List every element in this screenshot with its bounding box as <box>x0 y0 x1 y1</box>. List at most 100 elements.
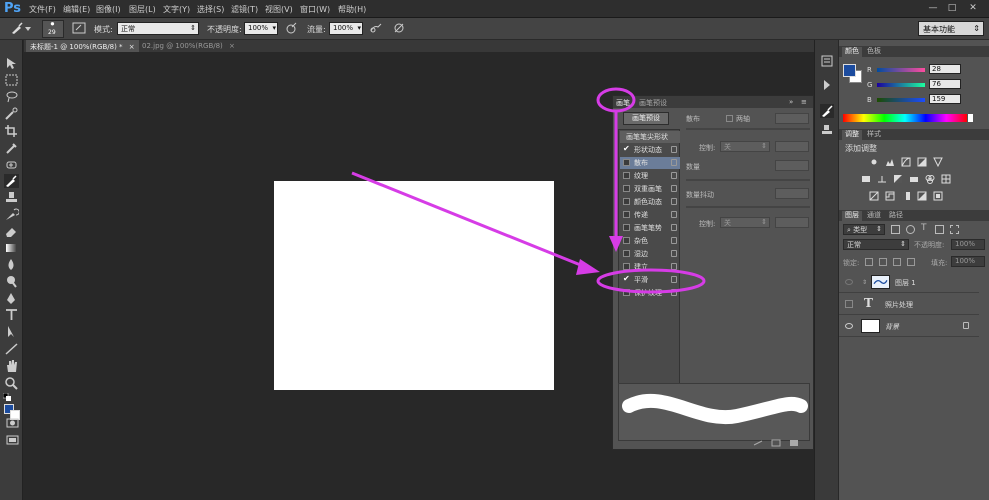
line-tool-icon[interactable] <box>4 342 19 356</box>
doc-tab-untitled[interactable]: 未标题-1 @ 100%(RGB/8) * × <box>26 40 139 52</box>
type-tool-icon[interactable] <box>4 308 19 322</box>
menu-filter[interactable]: 滤镜(T) <box>231 4 258 15</box>
flow-input[interactable]: 100% ▾ <box>329 22 363 35</box>
tool-preset-chevron-icon[interactable] <box>25 25 31 31</box>
levels-icon[interactable] <box>885 157 895 167</box>
tab-layers[interactable]: 图层 <box>842 211 862 221</box>
healing-brush-tool-icon[interactable] <box>4 158 19 172</box>
setting-checkbox[interactable] <box>623 250 630 257</box>
tab-channels[interactable]: 通道 <box>864 211 884 221</box>
brush-setting-item[interactable]: 双重画笔 <box>620 183 680 195</box>
lock-position-icon[interactable] <box>893 258 901 266</box>
brush-setting-item[interactable]: 颜色动态 <box>620 196 680 208</box>
dodge-tool-icon[interactable] <box>4 275 19 289</box>
setting-checkbox[interactable]: ✔ <box>623 274 630 283</box>
filter-adjustment-icon[interactable] <box>906 225 915 234</box>
setting-checkbox[interactable] <box>623 211 630 218</box>
lock-icon[interactable] <box>671 263 677 270</box>
screen-mode-icon[interactable] <box>5 433 20 447</box>
brush-size-picker[interactable]: 29 <box>42 20 64 38</box>
channel-b-slider[interactable] <box>877 98 925 102</box>
brush-setting-item[interactable]: 湿边 <box>620 248 680 260</box>
both-axes-checkbox[interactable] <box>726 115 733 122</box>
gradient-map-icon[interactable] <box>917 191 927 201</box>
move-tool-icon[interactable] <box>4 56 19 70</box>
default-colors-icon[interactable] <box>2 392 11 401</box>
setting-checkbox[interactable] <box>623 172 630 179</box>
control2-select[interactable]: 关 ⇕ <box>720 217 770 228</box>
brush-tool-icon[interactable] <box>10 21 24 35</box>
lock-icon[interactable] <box>671 211 677 218</box>
lock-pixels-icon[interactable] <box>879 258 887 266</box>
tab-brush[interactable]: 画笔 <box>616 98 630 108</box>
channel-r-value[interactable]: 28 <box>929 64 961 74</box>
lasso-tool-icon[interactable] <box>4 90 19 104</box>
history-panel-icon[interactable] <box>820 54 834 68</box>
tab-adjustments[interactable]: 调整 <box>842 130 862 140</box>
lock-icon[interactable] <box>671 146 677 153</box>
eraser-tool-icon[interactable] <box>4 225 19 239</box>
menu-view[interactable]: 视图(V) <box>265 4 293 15</box>
collapse-icon[interactable]: » <box>789 98 793 106</box>
brush-tool-icon[interactable] <box>4 174 19 188</box>
pressure-opacity-icon[interactable] <box>284 21 298 35</box>
lock-all-icon[interactable] <box>907 258 915 266</box>
channel-g-value[interactable]: 76 <box>929 79 961 89</box>
brush-setting-item[interactable]: 建立 <box>620 261 680 273</box>
channel-g-slider[interactable] <box>877 83 925 87</box>
doc-tab-close-icon[interactable]: × <box>129 43 135 51</box>
menu-help[interactable]: 帮助(H) <box>338 4 366 15</box>
setting-checkbox[interactable] <box>623 289 630 296</box>
zoom-tool-icon[interactable] <box>4 376 19 390</box>
brush-setting-item[interactable]: 保护纹理 <box>620 287 680 299</box>
setting-checkbox[interactable] <box>623 237 630 244</box>
mode-select[interactable]: 正常 ⇕ <box>117 22 199 35</box>
control2-extra-field[interactable] <box>775 217 809 228</box>
lock-icon[interactable] <box>671 172 677 179</box>
marquee-tool-icon[interactable] <box>4 73 19 87</box>
lock-icon[interactable] <box>671 250 677 257</box>
hue-saturation-icon[interactable] <box>861 174 871 184</box>
eyedropper-tool-icon[interactable] <box>4 141 19 155</box>
lock-icon[interactable] <box>671 237 677 244</box>
scatter-value-field[interactable] <box>775 113 809 124</box>
crop-tool-icon[interactable] <box>4 124 19 138</box>
lock-icon[interactable] <box>671 289 677 296</box>
opacity-input[interactable]: 100% ▾ <box>244 22 278 35</box>
color-fg-swatch[interactable] <box>843 64 856 77</box>
brush-setting-item[interactable]: 画笔笔势 <box>620 222 680 234</box>
threshold-icon[interactable] <box>901 191 911 201</box>
minimize-button[interactable]: — <box>926 2 940 14</box>
new-brush-icon[interactable] <box>789 439 799 447</box>
lock-transparent-icon[interactable] <box>865 258 873 266</box>
brush-setting-item[interactable]: 传递 <box>620 209 680 221</box>
lock-icon[interactable] <box>671 185 677 192</box>
exposure-icon[interactable] <box>917 157 927 167</box>
grid-icon[interactable] <box>771 439 781 447</box>
control-extra-field[interactable] <box>775 141 809 152</box>
curves-icon[interactable] <box>901 157 911 167</box>
color-spectrum-bar[interactable] <box>843 114 967 122</box>
control-select[interactable]: 关 ⇕ <box>720 141 770 152</box>
count-field[interactable] <box>775 160 809 171</box>
menu-edit[interactable]: 编辑(E) <box>63 4 90 15</box>
layers-opacity-field[interactable]: 100% <box>951 239 985 250</box>
gradient-tool-icon[interactable] <box>4 241 19 255</box>
layer-row[interactable]: T 照片处理 <box>839 294 979 315</box>
count-jitter-slider[interactable] <box>686 206 810 208</box>
scatter-slider[interactable] <box>686 128 810 130</box>
close-button[interactable]: ✕ <box>966 2 980 14</box>
setting-checkbox[interactable] <box>623 224 630 231</box>
visibility-off-icon[interactable] <box>845 279 853 285</box>
workspace-select[interactable]: 基本功能 ⇕ <box>918 21 984 36</box>
brush-setting-item[interactable]: 纹理 <box>620 170 680 182</box>
path-selection-tool-icon[interactable] <box>4 325 19 339</box>
filter-pixel-icon[interactable] <box>891 225 900 234</box>
brush-panel-toggle-icon[interactable] <box>72 21 86 35</box>
count-slider[interactable] <box>686 179 810 181</box>
layer-filter-select[interactable]: ⌕ 类型 ⇕ <box>843 224 885 235</box>
menu-type[interactable]: 文字(Y) <box>163 4 190 15</box>
lock-icon[interactable] <box>671 276 677 283</box>
lock-icon[interactable] <box>671 198 677 205</box>
actions-panel-icon[interactable] <box>820 78 834 92</box>
